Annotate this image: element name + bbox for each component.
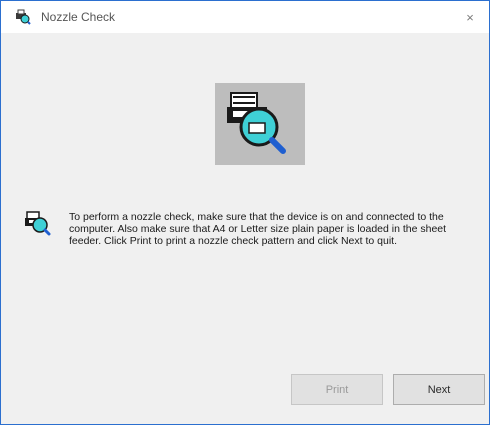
title-bar: Nozzle Check × [1,1,489,33]
instruction-text: To perform a nozzle check, make sure tha… [69,211,447,247]
nozzle-check-window: Nozzle Check × To perform a nozzle check… [0,0,490,425]
nozzle-check-magnifier-icon [215,83,305,165]
printer-check-icon [15,9,31,25]
window-title: Nozzle Check [41,10,116,24]
close-icon[interactable]: × [457,5,483,29]
next-button[interactable]: Next [393,374,485,405]
print-button[interactable]: Print [291,374,383,405]
printer-check-icon [23,208,51,236]
